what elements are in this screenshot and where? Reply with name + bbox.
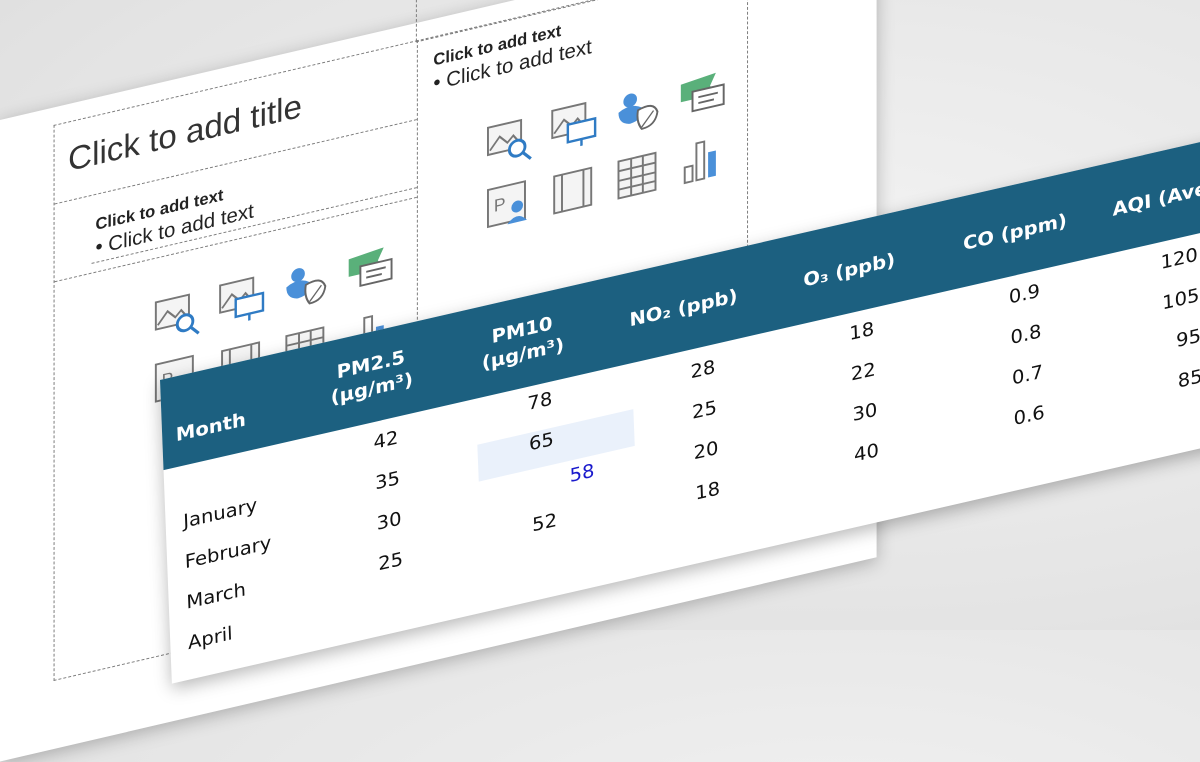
image-presentation-icon[interactable] xyxy=(548,96,599,156)
month-cell[interactable]: February xyxy=(184,531,271,573)
aqi-cell[interactable]: 105 xyxy=(1140,283,1200,318)
co-cell[interactable]: 0.7 xyxy=(984,360,1044,395)
co-cell[interactable]: 0.6 xyxy=(986,401,1045,436)
pm25-cell[interactable]: 42 xyxy=(339,426,399,461)
stock-duck-leaf-icon[interactable] xyxy=(281,256,332,316)
chart-bar-icon[interactable] xyxy=(677,130,728,190)
table-grid-icon[interactable] xyxy=(613,145,664,205)
aqi-cell[interactable]: 85 xyxy=(1144,364,1200,399)
sensitivity-label-icon[interactable] xyxy=(677,66,728,126)
picture-profile-icon[interactable]: P xyxy=(484,175,535,235)
o3-cell[interactable]: 22 xyxy=(817,357,876,392)
no2-cell[interactable]: 28 xyxy=(656,355,716,390)
pm25-cell[interactable]: 35 xyxy=(341,466,401,501)
header-pm10[interactable]: PM10 (µg/m³) xyxy=(458,303,587,380)
image-presentation-icon[interactable] xyxy=(216,271,267,331)
aqi-cell[interactable]: 95 xyxy=(1142,324,1200,359)
pm25-cell[interactable]: 25 xyxy=(344,547,404,582)
pm10-cell[interactable]: 52 xyxy=(498,508,558,543)
sensitivity-label-icon[interactable] xyxy=(345,241,396,301)
pm25-cell[interactable]: 30 xyxy=(343,507,402,542)
no2-cell[interactable]: 18 xyxy=(661,477,721,512)
month-cell[interactable]: January xyxy=(183,493,258,532)
header-co[interactable]: CO (ppm) xyxy=(951,205,1079,258)
header-aqi[interactable]: AQI (Ave xyxy=(1112,166,1200,221)
video-film-icon[interactable] xyxy=(548,160,599,220)
stock-duck-leaf-icon[interactable] xyxy=(613,81,664,141)
o3-cell[interactable]: 40 xyxy=(820,438,880,473)
image-search-icon[interactable] xyxy=(484,111,535,171)
o3-cell[interactable]: 30 xyxy=(818,398,878,433)
month-cell[interactable]: March xyxy=(186,578,246,614)
header-no2[interactable]: NO₂ (ppb) xyxy=(615,280,752,335)
co-cell[interactable]: 0.8 xyxy=(983,320,1042,355)
title-placeholder-text[interactable]: Click to add title xyxy=(68,88,302,180)
header-o3[interactable]: O₃ (ppb) xyxy=(785,243,913,296)
aqi-cell[interactable]: 120 xyxy=(1139,243,1198,278)
image-search-icon[interactable] xyxy=(152,286,203,346)
no2-cell[interactable]: 25 xyxy=(658,396,718,431)
svg-text:P: P xyxy=(494,193,506,215)
o3-cell[interactable]: 18 xyxy=(815,317,875,352)
right-insert-icons: P xyxy=(484,66,728,259)
month-cell[interactable]: April xyxy=(188,622,233,654)
header-pm25[interactable]: PM2.5 (µg/m³) xyxy=(307,338,436,415)
no2-cell[interactable]: 20 xyxy=(660,436,719,471)
co-cell[interactable]: 0.9 xyxy=(981,279,1040,314)
header-month[interactable]: Month xyxy=(175,401,273,447)
